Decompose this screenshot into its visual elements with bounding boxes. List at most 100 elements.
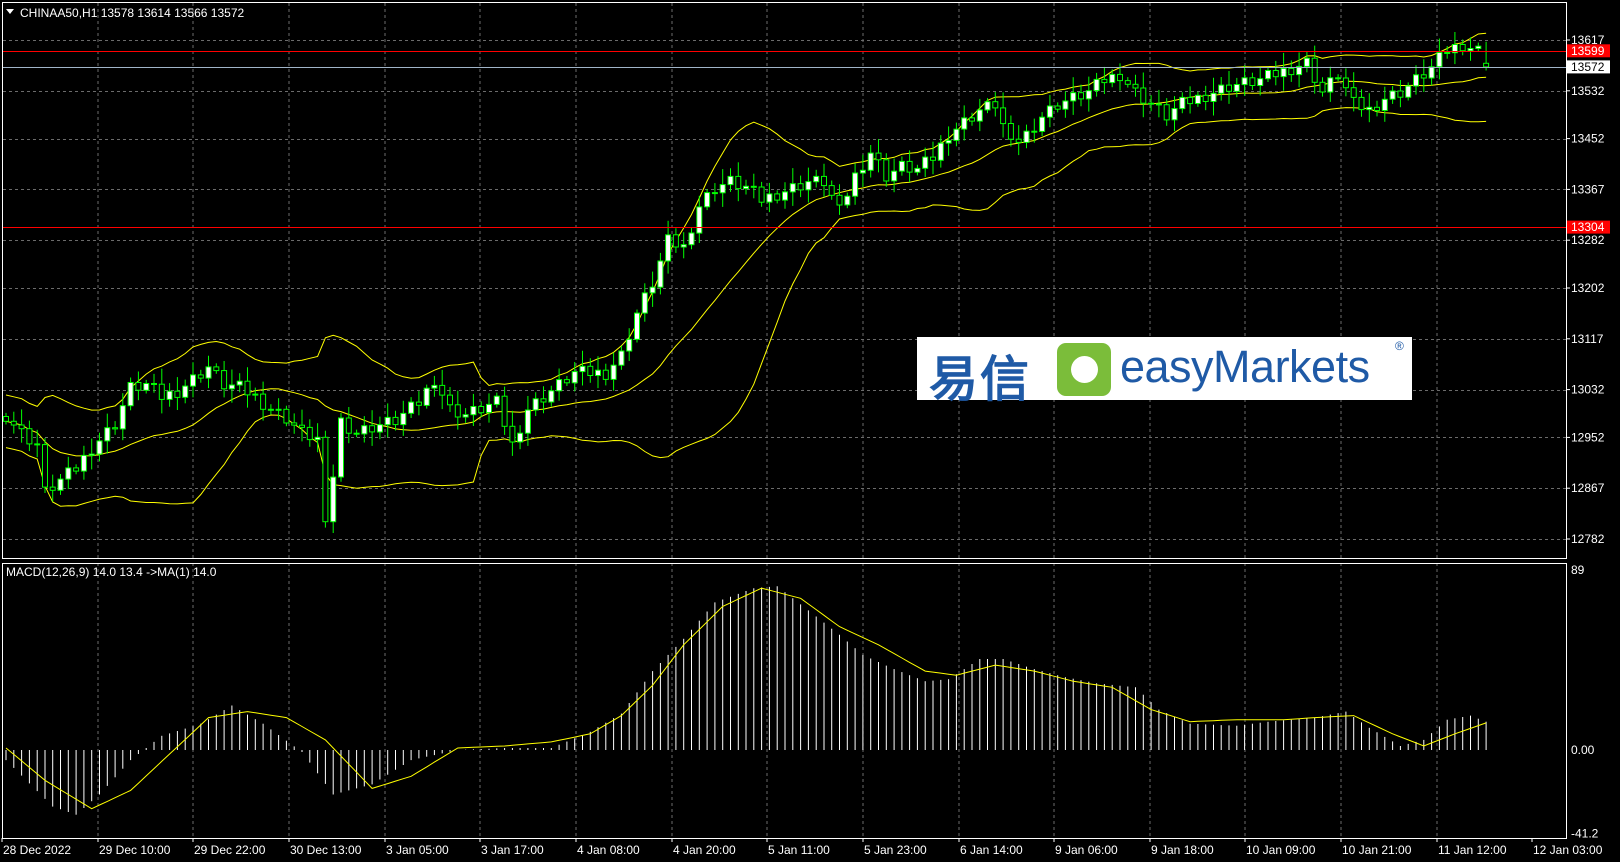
candle-body — [112, 427, 119, 430]
candle-body — [1420, 74, 1427, 79]
candle-body — [1280, 67, 1287, 78]
candle-body — [1436, 52, 1443, 68]
candle-body — [1210, 92, 1217, 103]
price-tick-label: 12867 — [1571, 481, 1605, 495]
candle-body — [221, 370, 228, 390]
candle-body — [626, 338, 633, 352]
candle-body — [415, 401, 422, 406]
candle-body — [361, 425, 368, 435]
candle-body — [1218, 84, 1225, 94]
candle-body — [1140, 87, 1147, 104]
candle-body — [330, 476, 337, 523]
candle-body — [345, 417, 352, 434]
candle-body — [1319, 81, 1326, 93]
candle-body — [65, 467, 72, 480]
candle-body — [1303, 57, 1310, 67]
candle-body — [992, 101, 999, 109]
candle-body — [898, 160, 905, 172]
price-line-label: 13304 — [1571, 220, 1605, 234]
price-tick-label: 13367 — [1571, 182, 1605, 196]
candle-body — [244, 380, 251, 396]
candle-body — [906, 160, 913, 173]
candle-body — [1093, 78, 1100, 92]
candle-body — [151, 383, 157, 385]
candle-body — [1374, 106, 1380, 112]
candle-body — [1070, 92, 1077, 102]
candle-body — [1272, 70, 1279, 78]
chart-menu-triangle-icon[interactable] — [6, 9, 14, 14]
time-tick-label: 28 Dec 2022 — [3, 843, 71, 857]
candle-body — [969, 117, 975, 122]
candle-body — [563, 379, 570, 384]
chart-canvas[interactable]: 1361713532134521336713282132021311713032… — [0, 0, 1620, 862]
candle-body — [891, 170, 898, 182]
candle-body — [774, 193, 781, 201]
candle-body — [1444, 52, 1451, 54]
candle-body — [914, 167, 921, 173]
candle-body — [376, 424, 383, 433]
candle-body — [3, 416, 9, 422]
candle-body — [314, 436, 321, 441]
candle-body — [236, 380, 243, 386]
macd-tick-label: -41.2 — [1571, 826, 1599, 840]
candle-body — [49, 486, 56, 491]
logo-green-square-icon — [1057, 343, 1111, 396]
time-tick-label: 12 Jan 03:00 — [1533, 843, 1603, 857]
candle-body — [119, 405, 126, 430]
candle-body — [610, 364, 617, 380]
candle-body — [665, 234, 672, 262]
candle-body — [1241, 77, 1248, 86]
candle-body — [166, 390, 173, 400]
candle-body — [291, 422, 298, 426]
candle-body — [805, 181, 812, 191]
candle-body — [1000, 107, 1007, 125]
time-tick-label: 5 Jan 23:00 — [864, 843, 927, 857]
candle-body — [758, 186, 765, 203]
candle-body — [1265, 70, 1271, 80]
candle-body — [1389, 90, 1396, 100]
candle-body — [727, 175, 734, 186]
time-tick-label: 9 Jan 06:00 — [1055, 843, 1118, 857]
candle-body — [470, 406, 477, 416]
candle-body — [408, 401, 415, 414]
time-tick-label: 11 Jan 12:00 — [1438, 843, 1507, 857]
candle-body — [190, 374, 196, 387]
candle-body — [922, 156, 929, 169]
macd-tick-label: 0.00 — [1571, 743, 1595, 757]
candle-body — [462, 414, 469, 418]
candle-body — [587, 365, 594, 376]
candle-body — [1202, 94, 1209, 103]
candle-body — [1023, 130, 1030, 143]
candle-body — [1428, 66, 1435, 79]
candle-body — [283, 408, 290, 424]
candle-body — [548, 390, 555, 403]
candle-body — [618, 350, 625, 366]
candle-body — [88, 453, 95, 456]
candle-body — [821, 175, 827, 187]
candlesticks — [3, 32, 1490, 533]
candle-body — [1342, 77, 1349, 89]
candle-body — [532, 398, 539, 411]
candle-body — [1155, 103, 1162, 106]
candle-body — [719, 184, 726, 194]
candle-body — [1007, 123, 1014, 140]
price-tick-label: 13117 — [1571, 332, 1604, 346]
candle-body — [431, 384, 438, 389]
candle-body — [571, 371, 578, 384]
candle-body — [1483, 62, 1490, 68]
candle-body — [1171, 108, 1178, 121]
candle-body — [96, 440, 103, 455]
candle-body — [1194, 94, 1201, 105]
candle-body — [57, 478, 64, 491]
candle-body — [852, 172, 859, 197]
easymarkets-logo: 易信 easyMarkets ® — [917, 337, 1412, 408]
candle-body — [657, 260, 664, 288]
candle-body — [540, 398, 547, 403]
candle-body — [1187, 96, 1194, 105]
candle-body — [672, 234, 679, 248]
candle-body — [1381, 98, 1388, 112]
bollinger-lower-band — [5, 107, 1487, 507]
main-chart-header: CHINAA50,H1 13578 13614 13566 13572 — [20, 6, 245, 20]
candle-body — [579, 365, 586, 373]
candle-body — [439, 384, 446, 396]
